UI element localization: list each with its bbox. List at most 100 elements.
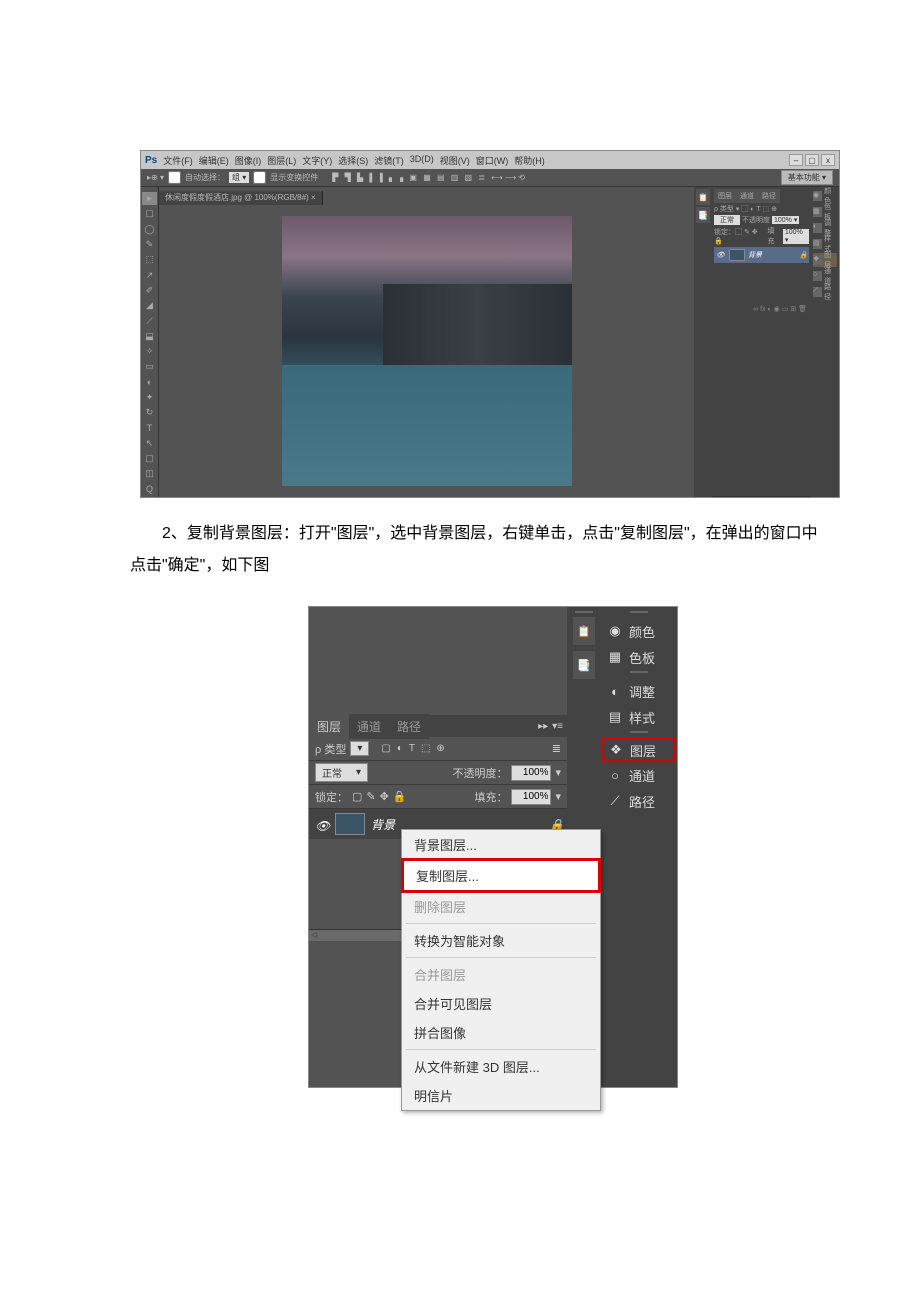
panel-路径[interactable]: ⟋路径 [813,285,837,299]
menu-item-复制图层[interactable]: 复制图层... [401,858,601,893]
panel-通道[interactable]: ○通道 [813,269,837,283]
opacity-val[interactable]: 100% ▾ [772,216,799,224]
menu-layer[interactable]: 图层(L) [267,154,296,167]
tool-eraser[interactable]: ✧ [142,345,157,358]
tab-layers[interactable]: 图层 [714,189,736,203]
menu-item-转换为智能对象[interactable]: 转换为智能对象 [402,926,600,955]
auto-select-dropdown[interactable]: 组 ▾ [229,172,249,183]
align-icons[interactable]: ▛ ▜ ▙ ▌▐ ▖▗ ▣ ▦ ▤ ▥ ▧ ≣ ⟷⟶⟲ [332,173,527,182]
filter-dropdown[interactable]: ▾ [350,741,369,756]
fill-input[interactable] [511,789,551,805]
menu-edit[interactable]: 编辑(E) [199,154,229,167]
menu-item-明信片[interactable]: 明信片 [402,1081,600,1110]
tool-move[interactable]: ▸ [142,192,157,205]
panel-图层[interactable]: ❖图层 [813,253,837,267]
menu-3d[interactable]: 3D(D) [410,154,434,167]
lock-row[interactable]: 锁定：▢ ✎ ✥ 🔒 [714,227,766,245]
auto-select-checkbox[interactable] [168,171,181,184]
fill-val[interactable]: 100% ▾ [783,229,809,244]
menu-file[interactable]: 文件(F) [163,154,193,167]
panel-button-通道[interactable]: ○通道 [603,763,675,787]
panel-button-颜色[interactable]: ◉颜色 [603,619,675,643]
filter-text-icon[interactable]: T [409,743,415,754]
maximize-button[interactable]: ▢ [805,154,819,166]
menu-select[interactable]: 选择(S) [338,154,368,167]
actions-panel-icon[interactable]: 📑 [573,651,595,679]
tool-shape[interactable]: ▢ [142,452,157,465]
menu-item-拼合图像[interactable]: 拼合图像 [402,1018,600,1047]
filter-toggle-icon[interactable]: ≣ [552,742,561,755]
close-button[interactable]: x [821,154,835,166]
panel-button-调整[interactable]: ◐调整 [603,679,675,703]
panel-button-图层[interactable]: ❖图层 [602,738,676,762]
tab-layers[interactable]: 图层 [309,714,349,739]
menu-window[interactable]: 窗口(W) [476,154,509,167]
menu-type[interactable]: 文字(Y) [302,154,332,167]
menu-item-背景图层[interactable]: 背景图层... [402,830,600,859]
layer-bottom-icons[interactable]: ∞ fx ◐ ◉ ▭ ⊞ 🗑 [714,303,809,315]
panel-button-样式[interactable]: ▤样式 [603,705,675,729]
tool-wand[interactable]: ✎ [142,238,157,251]
layer-row-bg[interactable]: 👁 背景 🔒 [714,247,809,263]
lock-all-icon[interactable]: 🔒 [393,790,407,803]
visibility-icon[interactable]: 👁 [315,819,329,829]
lock-pixel-icon[interactable]: ✎ [366,790,375,803]
canvas[interactable] [159,205,694,497]
tab-channels[interactable]: 通道 [736,189,758,203]
menu-filter[interactable]: 滤镜(T) [374,154,404,167]
menu-item-合并可见图层[interactable]: 合并可见图层 [402,989,600,1018]
show-transform-checkbox[interactable] [253,171,266,184]
tool-zoom[interactable]: Q [142,483,157,496]
blend-mode[interactable]: 正常 [714,215,740,225]
lock-pos-icon[interactable]: ✥ [380,790,389,803]
tool-stamp[interactable]: ⟋ [142,314,157,327]
panel-button-色板[interactable]: ▦色板 [603,645,675,669]
panel-样式[interactable]: ▤样式 [813,237,837,251]
panel-色板[interactable]: ▦色板 [813,205,837,219]
tool-path[interactable]: ↖ [142,437,157,450]
tool-gradient[interactable]: ▭ [142,360,157,373]
panel-调整[interactable]: ◐调整 [813,221,837,235]
panel-menu-icon[interactable]: ▾≡ [552,721,563,732]
tool-crop[interactable]: ⬚ [142,253,157,266]
lock-trans-icon[interactable]: ▢ [352,790,362,803]
opacity-dropdown-icon[interactable]: ▾ [555,766,561,779]
panel-icon-2[interactable]: 📑 [696,207,710,223]
minimize-button[interactable]: – [789,154,803,166]
menu-image[interactable]: 图像(I) [235,154,262,167]
menu-item-从文件新建 3D 图层[interactable]: 从文件新建 3D 图层... [402,1052,600,1081]
filter-type-row[interactable]: ρ 类型 ▾ ▢ ◐ T ⬚ ⊕ [714,204,777,214]
document-tab[interactable]: 休闲度假度假酒店.jpg @ 100%(RGB/8#) × [159,191,323,205]
filter-smart-icon[interactable]: ⊕ [436,743,444,754]
tool-brush[interactable]: ◢ [142,299,157,312]
tool-hand[interactable]: ◫ [142,467,157,480]
filter-adjust-icon[interactable]: ◐ [397,743,403,754]
tab-paths[interactable]: 路径 [389,714,429,739]
opacity-input[interactable] [511,765,551,781]
menu-help[interactable]: 帮助(H) [514,154,545,167]
tool-dodge[interactable]: ✦ [142,391,157,404]
fill-dropdown-icon[interactable]: ▾ [555,790,561,803]
tool-text[interactable]: T [142,421,157,434]
tool-history[interactable]: ⬓ [142,330,157,343]
blend-mode-dropdown[interactable]: 正常▾ [315,763,368,782]
panel-颜色[interactable]: ◉颜色 [813,189,837,203]
filter-shape-icon[interactable]: ⬚ [421,743,430,754]
panel-icon-1[interactable]: 📋 [696,189,710,205]
visibility-icon[interactable]: 👁 [716,251,726,259]
options-bar: ▸⊕ ▾ 自动选择： 组 ▾ 显示变换控件 ▛ ▜ ▙ ▌▐ ▖▗ ▣ ▦ ▤ … [141,169,839,187]
panel-button-路径[interactable]: ⟋路径 [603,789,675,813]
tool-eyedropper[interactable]: ↗ [142,268,157,281]
tool-heal[interactable]: ✐ [142,284,157,297]
tool-lasso[interactable]: ◯ [142,223,157,236]
collapse-icon[interactable]: ▸▸ [538,721,548,732]
menu-view[interactable]: 视图(V) [440,154,470,167]
history-panel-icon[interactable]: 📋 [573,617,595,645]
tool-marquee[interactable]: ▢ [142,207,157,220]
filter-pixel-icon[interactable]: ▢ [381,743,390,754]
tab-channels[interactable]: 通道 [349,714,389,739]
workspace-switcher[interactable]: 基本功能 ▾ [781,170,833,185]
tab-paths[interactable]: 路径 [758,189,780,203]
tool-pen[interactable]: ↻ [142,406,157,419]
tool-blur[interactable]: ◐ [142,376,157,389]
